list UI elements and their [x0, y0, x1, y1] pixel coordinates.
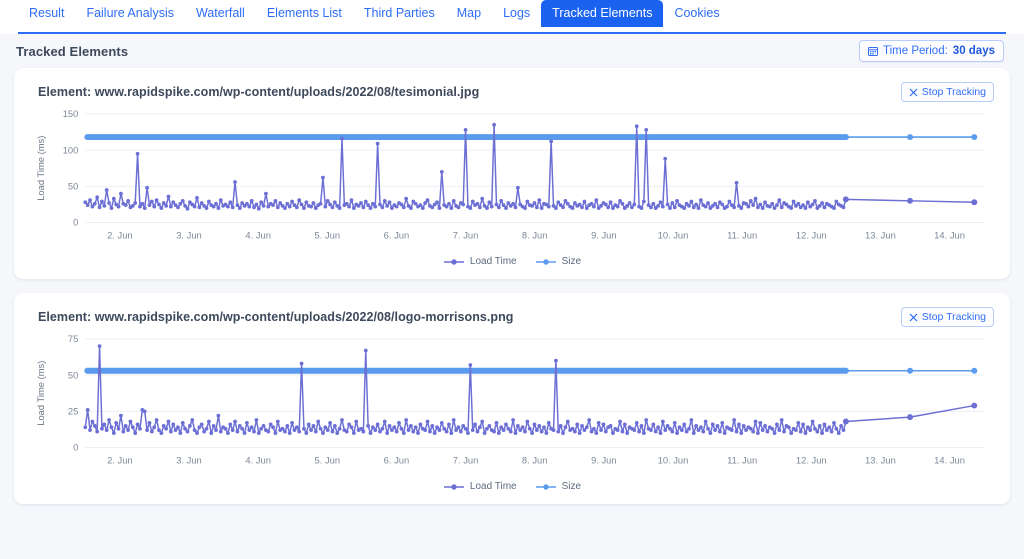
tab-waterfall[interactable]: Waterfall — [185, 0, 256, 27]
time-period-button[interactable]: Time Period: 30 days — [859, 40, 1004, 62]
load-time-chart[interactable]: 0 25 50 75 Load Time (ms) 2. Jun 3. Jun 4. Jun 5… — [28, 331, 996, 479]
svg-text:Load Time (ms): Load Time (ms) — [36, 361, 46, 426]
legend-marker-load-time — [443, 483, 465, 491]
tab-elements-list[interactable]: Elements List — [256, 0, 353, 27]
time-period-label: Time Period: — [883, 45, 948, 57]
svg-text:2. Jun: 2. Jun — [107, 230, 133, 240]
time-period-value: 30 days — [952, 45, 995, 57]
svg-text:3. Jun: 3. Jun — [176, 230, 202, 240]
svg-text:12. Jun: 12. Jun — [796, 230, 827, 240]
svg-text:14. Jun: 14. Jun — [934, 456, 965, 466]
tab-tracked-elements[interactable]: Tracked Elements — [541, 0, 664, 27]
svg-text:6. Jun: 6. Jun — [384, 230, 410, 240]
tracked-element-card: Element: www.rapidspike.com/wp-content/u… — [14, 293, 1010, 505]
legend-item-load-time[interactable]: Load Time — [443, 256, 517, 267]
tab-failure-analysis[interactable]: Failure Analysis — [75, 0, 185, 27]
svg-text:6. Jun: 6. Jun — [384, 456, 410, 466]
svg-text:0: 0 — [73, 443, 78, 453]
tab-map[interactable]: Map — [446, 0, 492, 27]
svg-text:12. Jun: 12. Jun — [796, 456, 827, 466]
card-header: Element: www.rapidspike.com/wp-content/u… — [28, 305, 996, 331]
svg-text:Load Time (ms): Load Time (ms) — [36, 136, 46, 201]
tab-third-parties[interactable]: Third Parties — [353, 0, 446, 27]
svg-text:4. Jun: 4. Jun — [245, 230, 271, 240]
chart-legend: Load Time Size — [28, 479, 996, 496]
tab-bar: Result Failure Analysis Waterfall Elemen… — [0, 0, 1024, 34]
tracked-elements-list: Element: www.rapidspike.com/wp-content/u… — [0, 68, 1024, 505]
legend-label-size: Size — [561, 481, 582, 493]
chart-container[interactable]: 0 50 100 150 Load Time (ms) 2. Jun 3. Jun 4. Ju… — [28, 106, 996, 254]
tab-logs[interactable]: Logs — [492, 0, 541, 27]
close-icon — [909, 313, 918, 322]
tab-result[interactable]: Result — [18, 0, 75, 27]
legend-label-load-time: Load Time — [469, 481, 517, 493]
tracked-element-card: Element: www.rapidspike.com/wp-content/u… — [14, 68, 1010, 280]
legend-label-size: Size — [561, 256, 582, 268]
svg-text:5. Jun: 5. Jun — [315, 456, 341, 466]
load-time-chart[interactable]: 0 50 100 150 Load Time (ms) 2. Jun 3. Jun 4. Ju… — [28, 106, 996, 254]
svg-text:150: 150 — [63, 109, 79, 119]
chart-container[interactable]: 0 25 50 75 Load Time (ms) 2. Jun 3. Jun 4. Jun 5… — [28, 331, 996, 479]
svg-text:4. Jun: 4. Jun — [245, 456, 271, 466]
svg-text:100: 100 — [63, 145, 79, 155]
chart-legend: Load Time Size — [28, 254, 996, 271]
tab-cookies[interactable]: Cookies — [663, 0, 730, 27]
legend-item-size[interactable]: Size — [535, 256, 581, 267]
svg-text:8. Jun: 8. Jun — [522, 456, 548, 466]
svg-text:9. Jun: 9. Jun — [591, 230, 617, 240]
svg-text:3. Jun: 3. Jun — [176, 456, 202, 466]
svg-text:10. Jun: 10. Jun — [658, 456, 689, 466]
legend-marker-load-time — [443, 258, 465, 266]
legend-label-load-time: Load Time — [469, 256, 517, 268]
stop-tracking-label: Stop Tracking — [921, 311, 986, 324]
svg-text:11. Jun: 11. Jun — [727, 230, 757, 240]
stop-tracking-label: Stop Tracking — [921, 86, 986, 98]
svg-text:10. Jun: 10. Jun — [658, 230, 689, 240]
svg-text:7. Jun: 7. Jun — [453, 456, 479, 466]
svg-text:8. Jun: 8. Jun — [522, 230, 548, 240]
svg-text:5. Jun: 5. Jun — [315, 230, 341, 240]
svg-text:50: 50 — [68, 370, 78, 380]
page-header: Tracked Elements Time Period: 30 days — [0, 34, 1024, 68]
svg-text:11. Jun: 11. Jun — [727, 456, 757, 466]
legend-item-load-time[interactable]: Load Time — [443, 481, 517, 492]
svg-text:9. Jun: 9. Jun — [591, 456, 617, 466]
calendar-icon — [868, 46, 879, 56]
svg-text:14. Jun: 14. Jun — [934, 230, 965, 240]
svg-text:7. Jun: 7. Jun — [453, 230, 479, 240]
element-title: Element: www.rapidspike.com/wp-content/u… — [38, 85, 480, 99]
close-icon — [909, 88, 918, 97]
svg-text:75: 75 — [68, 334, 78, 344]
legend-item-size[interactable]: Size — [535, 481, 581, 492]
element-title: Element: www.rapidspike.com/wp-content/u… — [38, 310, 514, 325]
page-title: Tracked Elements — [16, 43, 129, 59]
svg-text:13. Jun: 13. Jun — [865, 230, 896, 240]
svg-text:2. Jun: 2. Jun — [107, 456, 133, 466]
legend-marker-size — [535, 483, 557, 491]
svg-text:13. Jun: 13. Jun — [865, 456, 896, 466]
svg-text:50: 50 — [68, 181, 78, 191]
stop-tracking-button[interactable]: Stop Tracking — [900, 307, 994, 328]
card-header: Element: www.rapidspike.com/wp-content/u… — [28, 80, 996, 106]
svg-text:0: 0 — [73, 218, 78, 228]
legend-marker-size — [535, 258, 557, 266]
svg-text:25: 25 — [68, 407, 78, 417]
stop-tracking-button[interactable]: Stop Tracking — [900, 82, 994, 102]
